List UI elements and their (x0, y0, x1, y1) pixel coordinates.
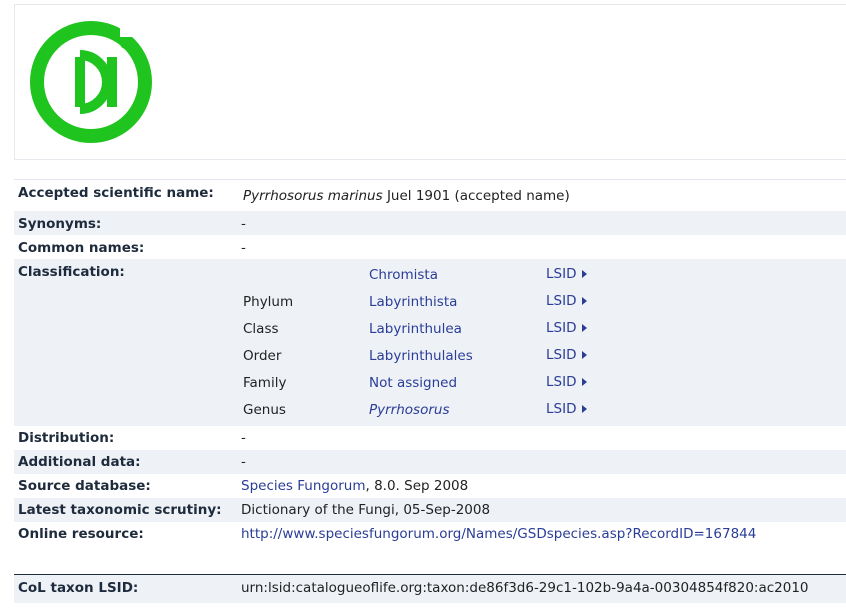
taxon-link-genus[interactable]: Pyrrhosorus (369, 402, 449, 418)
source-database-version: , 8.0. Sep 2008 (365, 478, 469, 494)
lsid-text: LSID (546, 293, 577, 309)
row-distribution: Distribution: - (14, 426, 846, 450)
common-names-value: - (241, 240, 246, 256)
classification-row: Chromista LSID (14, 261, 846, 288)
lsid-link[interactable]: LSID (546, 266, 588, 282)
accepted-name-author: Juel 1901 (accepted name) (386, 188, 570, 204)
taxon-link-order[interactable]: Labyrinthulales (369, 348, 473, 364)
triangle-right-icon (582, 270, 588, 278)
source-database-link[interactable]: Species Fungorum (241, 478, 365, 494)
triangle-right-icon (582, 351, 588, 359)
row-scrutiny: Latest taxonomic scrutiny: Dictionary of… (14, 498, 846, 522)
species-info-table: Accepted scientific name: Pyrrhosorus ma… (14, 179, 846, 610)
accepted-name-binomial: Pyrrhosorus marinus (243, 188, 383, 204)
lsid-text: LSID (546, 266, 577, 282)
online-resource-label: Online resource: (18, 526, 144, 542)
source-database-value: Species Fungorum, 8.0. Sep 2008 (241, 478, 468, 494)
rank-label: Genus (243, 402, 286, 418)
logo-header (14, 4, 846, 160)
rank-label: Class (243, 321, 279, 337)
row-classification: Classification: Chromista LSID Phylum La… (14, 259, 846, 426)
lsid-link[interactable]: LSID (546, 374, 588, 390)
lsid-text: LSID (546, 320, 577, 336)
accepted-name-label: Accepted scientific name: (18, 185, 214, 201)
taxon-link-class[interactable]: Labyrinthulea (369, 321, 462, 337)
row-additional-data: Additional data: - (14, 450, 846, 474)
synonyms-label: Synonyms: (18, 216, 102, 232)
lsid-link[interactable]: LSID (546, 320, 588, 336)
lsid-text: LSID (546, 374, 577, 390)
accepted-name-value: Pyrrhosorus marinus Juel 1901 (accepted … (243, 188, 570, 204)
additional-data-label: Additional data: (18, 454, 141, 470)
taxon-link-kingdom[interactable]: Chromista (369, 267, 438, 283)
row-common-names: Common names: - (14, 235, 846, 259)
row-col-lsid: CoL taxon LSID: urn:lsid:catalogueoflife… (14, 575, 846, 603)
additional-data-value: - (241, 454, 246, 470)
online-resource-link[interactable]: http://www.speciesfungorum.org/Names/GSD… (241, 526, 756, 542)
source-database-label: Source database: (18, 478, 151, 494)
row-accepted-name: Accepted scientific name: Pyrrhosorus ma… (14, 180, 846, 211)
taxon-link-family[interactable]: Not assigned (369, 375, 457, 391)
scrutiny-value: Dictionary of the Fungi, 05-Sep-2008 (241, 502, 491, 518)
common-names-label: Common names: (18, 240, 145, 256)
taxon-link-phylum[interactable]: Labyrinthista (369, 294, 457, 310)
triangle-right-icon (582, 324, 588, 332)
classification-row: Phylum Labyrinthista LSID (14, 288, 846, 315)
distribution-value: - (241, 430, 246, 446)
col-lsid-label: CoL taxon LSID: (18, 580, 139, 596)
classification-row: Order Labyrinthulales LSID (14, 342, 846, 369)
row-synonyms: Synonyms: - (14, 211, 846, 235)
lsid-link[interactable]: LSID (546, 401, 588, 417)
triangle-right-icon (582, 297, 588, 305)
classification-row: Genus Pyrrhosorus LSID (14, 396, 846, 423)
triangle-right-icon (582, 378, 588, 386)
lsid-link[interactable]: LSID (546, 293, 588, 309)
catalogue-of-life-logo[interactable] (27, 17, 155, 147)
synonyms-value: - (241, 216, 246, 232)
distribution-label: Distribution: (18, 430, 115, 446)
col-lsid-value: urn:lsid:catalogueoflife.org:taxon:de86f… (241, 580, 809, 596)
rank-label: Order (243, 348, 282, 364)
lsid-link[interactable]: LSID (546, 347, 588, 363)
rank-label: Family (243, 375, 287, 391)
classification-row: Family Not assigned LSID (14, 369, 846, 396)
lsid-text: LSID (546, 347, 577, 363)
rank-label: Phylum (243, 294, 294, 310)
row-online-resource: Online resource: http://www.speciesfungo… (14, 522, 846, 574)
row-source-database: Source database: Species Fungorum, 8.0. … (14, 474, 846, 498)
classification-row: Class Labyrinthulea LSID (14, 315, 846, 342)
scrutiny-label: Latest taxonomic scrutiny: (18, 502, 222, 518)
triangle-right-icon (582, 405, 588, 413)
lsid-text: LSID (546, 401, 577, 417)
